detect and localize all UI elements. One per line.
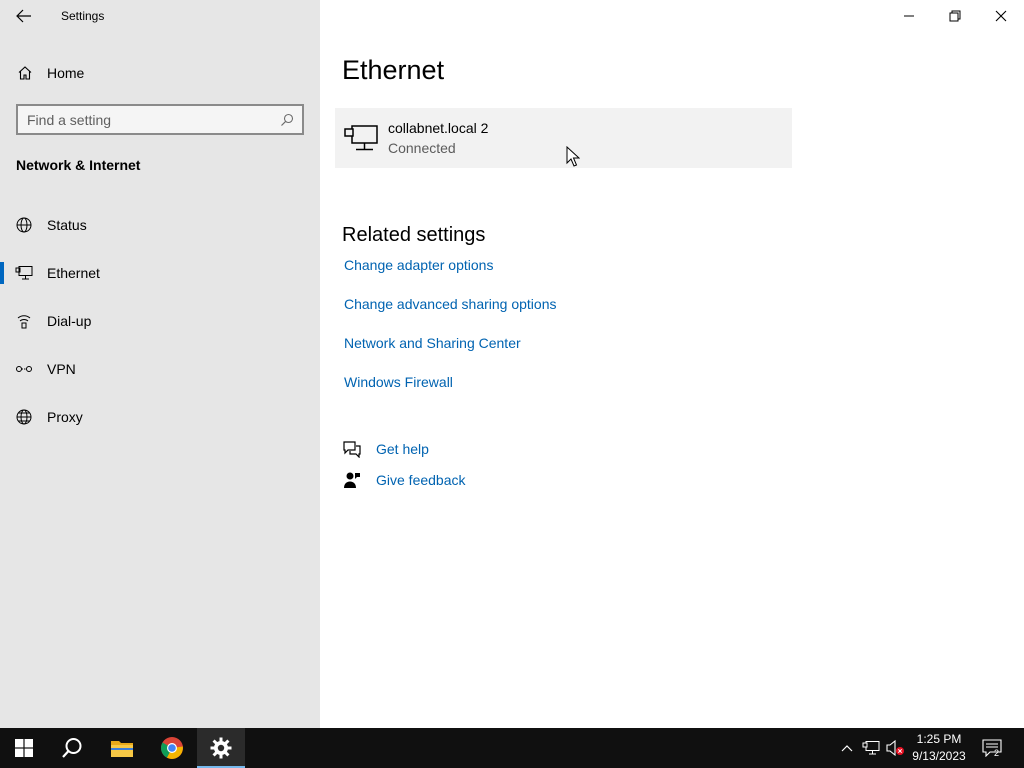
search-icon [62,738,82,758]
globe-status-icon [14,215,34,235]
search-input[interactable] [18,111,276,128]
chrome-icon [161,737,183,759]
settings-taskbar-button[interactable] [197,728,245,768]
sidebar-item-dialup[interactable]: Dial-up [0,301,320,341]
ethernet-adapter-icon [343,123,379,153]
chat-help-icon [342,439,362,459]
minimize-button[interactable] [886,0,932,32]
change-advanced-sharing-link[interactable]: Change advanced sharing options [344,296,557,312]
restore-icon [949,10,961,22]
home-label: Home [47,65,85,81]
sidebar-item-label: Ethernet [47,265,100,281]
minimize-icon [904,15,914,17]
mouse-cursor-icon [566,146,580,167]
clock-time: 1:25 PM [916,732,962,746]
volume-muted-icon [886,739,904,757]
gear-icon [210,737,232,759]
get-help-link[interactable]: Get help [376,441,429,457]
search-icon[interactable] [276,109,298,131]
sidebar-item-vpn[interactable]: VPN [0,349,320,389]
show-hidden-icons-button[interactable] [837,738,857,758]
section-title: Network & Internet [16,157,141,173]
close-icon [995,10,1007,22]
home-icon [16,64,34,82]
get-help-row[interactable]: Get help [342,438,429,460]
sidebar-item-label: VPN [47,361,76,377]
windows-logo-icon [15,739,33,757]
notification-count-badge: 2 [994,748,1000,758]
network-tray-button[interactable] [861,738,881,758]
sidebar-item-label: Dial-up [47,313,92,329]
close-button[interactable] [978,0,1024,32]
clock-date: 9/13/2023 [912,749,966,763]
feedback-person-icon [342,470,362,490]
connection-name: collabnet.local 2 [388,120,489,136]
search-taskbar-button[interactable] [48,728,96,768]
home-nav-item[interactable]: Home [0,58,320,88]
file-explorer-button[interactable] [98,728,146,768]
app-title: Settings [61,9,105,23]
sidebar-item-label: Proxy [47,409,83,425]
start-button[interactable] [0,728,48,768]
ethernet-icon [14,263,34,283]
search-box [16,104,304,135]
sidebar-item-label: Status [47,217,87,233]
chevron-up-icon [841,745,853,752]
sidebar-item-proxy[interactable]: Proxy [0,397,320,437]
folder-icon [111,741,133,757]
chrome-button[interactable] [148,728,196,768]
dialup-icon [14,311,34,331]
sidebar-item-status[interactable]: Status [0,205,320,245]
related-settings-title: Related settings [342,224,486,246]
sidebar-item-ethernet[interactable]: Ethernet [0,253,320,293]
restore-button[interactable] [932,0,978,32]
sidebar: Settings Home Network & Internet Status … [0,0,320,728]
page-title: Ethernet [342,55,445,85]
network-sharing-center-link[interactable]: Network and Sharing Center [344,335,521,351]
ethernet-connection-tile[interactable]: collabnet.local 2 Connected [335,108,792,168]
back-arrow-icon [16,9,31,23]
give-feedback-row[interactable]: Give feedback [342,469,466,491]
taskbar-clock[interactable]: 1:25 PM 9/13/2023 [906,731,972,765]
taskbar: 1:25 PM 9/13/2023 2 [0,728,1024,768]
volume-tray-button[interactable] [885,738,905,758]
change-adapter-options-link[interactable]: Change adapter options [344,257,493,273]
windows-firewall-link[interactable]: Windows Firewall [344,374,453,390]
globe-icon [14,407,34,427]
back-button[interactable] [10,4,38,28]
network-wired-icon [862,741,880,755]
connection-status: Connected [388,140,456,156]
vpn-icon [14,359,34,379]
give-feedback-link[interactable]: Give feedback [376,472,466,488]
